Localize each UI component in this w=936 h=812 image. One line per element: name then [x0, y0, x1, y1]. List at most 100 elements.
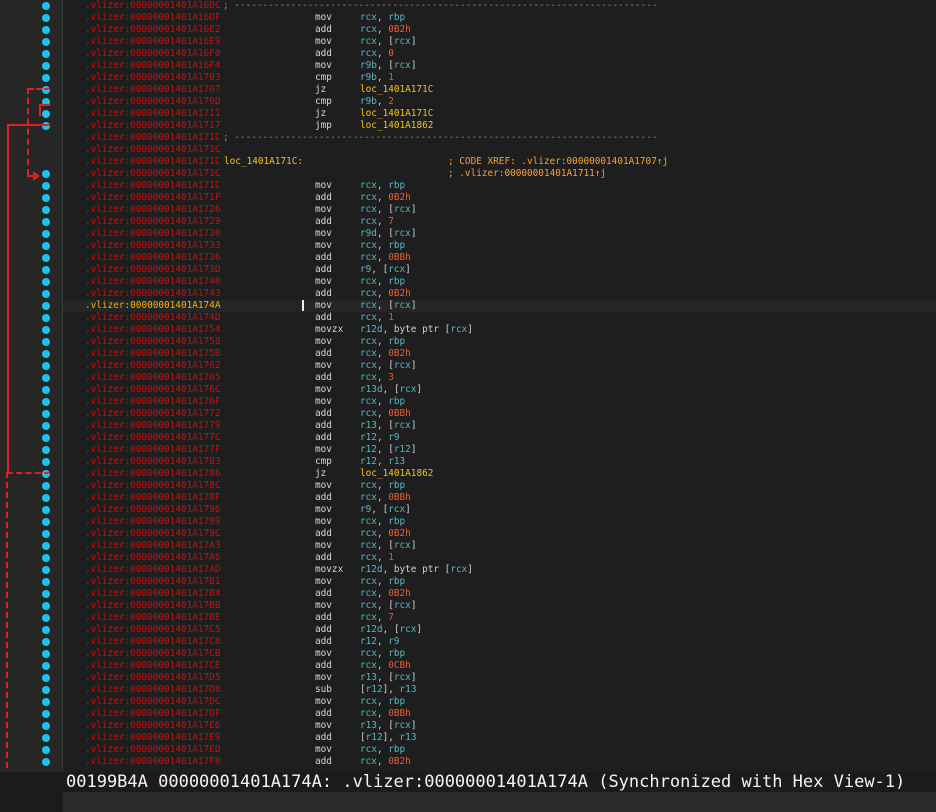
listing-row[interactable]: .vlizer:00000001401A171C mov rcx, rbp	[63, 180, 936, 192]
register-operand: r9b	[360, 96, 377, 107]
row-address: .vlizer:00000001401A171F	[85, 192, 221, 203]
listing-row[interactable]: .vlizer:00000001401A16DF mov rcx, rbp	[63, 12, 936, 24]
listing-row[interactable]: .vlizer:00000001401A171C ; .vlizer:000000…	[63, 168, 936, 180]
register-operand: rcx	[393, 540, 411, 551]
jump-target[interactable]: loc_1401A171C	[360, 84, 433, 95]
listing-row[interactable]: .vlizer:00000001401A177F mov r12, [r12]	[63, 444, 936, 456]
instruction-mnemonic: movzx	[315, 564, 344, 575]
listing-row[interactable]: .vlizer:00000001401A1743 add rcx, 0B2h	[63, 288, 936, 300]
row-address: .vlizer:00000001401A17F0	[85, 756, 221, 767]
register-operand: rbp	[388, 648, 406, 659]
bottom-strip	[0, 792, 62, 812]
listing-row[interactable]: .vlizer:00000001401A17B4 add rcx, 0B2h	[63, 588, 936, 600]
listing-row[interactable]: .vlizer:00000001401A1765 add rcx, 3	[63, 372, 936, 384]
instruction-mnemonic: mov	[315, 744, 332, 755]
instruction-operands: loc_1401A1862	[360, 468, 433, 480]
listing-row[interactable]: .vlizer:00000001401A17AD movzx r12d, byte …	[63, 564, 936, 576]
listing-row[interactable]: .vlizer:00000001401A17B1 mov rcx, rbp	[63, 576, 936, 588]
listing-row[interactable]: .vlizer:00000001401A16E2 add rcx, 0B2h	[63, 24, 936, 36]
listing-row[interactable]: .vlizer:00000001401A1799 mov rcx, rbp	[63, 516, 936, 528]
listing-row[interactable]: .vlizer:00000001401A17A3 mov rcx, [rcx]	[63, 540, 936, 552]
listing-row[interactable]: .vlizer:00000001401A1736 add rcx, 0BBh	[63, 252, 936, 264]
listing-row[interactable]: .vlizer:00000001401A173D add r9, [rcx]	[63, 264, 936, 276]
listing-row[interactable]: .vlizer:00000001401A16F0 add rcx, 0	[63, 48, 936, 60]
listing-row[interactable]: .vlizer:00000001401A1772 add rcx, 0BBh	[63, 408, 936, 420]
listing-row[interactable]: .vlizer:00000001401A16DC; --------------…	[63, 0, 936, 12]
listing-row[interactable]: .vlizer:00000001401A1786 jz loc_1401A1862	[63, 468, 936, 480]
listing-row[interactable]: .vlizer:00000001401A171C loc_1401A171C: ; …	[63, 156, 936, 168]
listing-row[interactable]: .vlizer:00000001401A1730 mov r9d, [rcx]	[63, 228, 936, 240]
operand-punct: ]	[410, 540, 417, 551]
listing-row[interactable]: .vlizer:00000001401A1707 jz loc_1401A171C	[63, 84, 936, 96]
listing-row[interactable]: .vlizer:00000001401A177C add r12, r9	[63, 432, 936, 444]
instruction-operands: rcx, rbp	[360, 696, 405, 708]
listing-row[interactable]: .vlizer:00000001401A17BB mov rcx, [rcx]	[63, 600, 936, 612]
listing-row[interactable]: .vlizer:00000001401A17ED mov rcx, rbp	[63, 744, 936, 756]
immediate-operand: 0BBh	[388, 408, 411, 419]
listing-row[interactable]: .vlizer:00000001401A171C; --------------…	[63, 132, 936, 144]
instruction-mnemonic: mov	[315, 396, 332, 407]
listing-row[interactable]: .vlizer:00000001401A1726 mov rcx, [rcx]	[63, 204, 936, 216]
listing-row[interactable]: .vlizer:00000001401A1711 jz loc_1401A171C	[63, 108, 936, 120]
jump-target[interactable]: loc_1401A171C	[360, 108, 433, 119]
register-operand: r9	[388, 432, 400, 443]
listing-row[interactable]: .vlizer:00000001401A179C add rcx, 0B2h	[63, 528, 936, 540]
listing-row[interactable]: .vlizer:00000001401A174D add rcx, 1	[63, 312, 936, 324]
listing-row[interactable]: .vlizer:00000001401A178F add rcx, 0BBh	[63, 492, 936, 504]
listing-row[interactable]: .vlizer:00000001401A176C mov r13d, [rcx]	[63, 384, 936, 396]
listing-row[interactable]: .vlizer:00000001401A16F4 mov r9b, [rcx]	[63, 60, 936, 72]
listing-row[interactable]: .vlizer:00000001401A1729 add rcx, 7	[63, 216, 936, 228]
row-address: .vlizer:00000001401A1772	[85, 408, 221, 419]
jump-target[interactable]: loc_1401A1862	[360, 120, 433, 131]
listing-row[interactable]: .vlizer:00000001401A1733 mov rcx, rbp	[63, 240, 936, 252]
jump-target[interactable]: loc_1401A1862	[360, 468, 433, 479]
listing-row[interactable]: .vlizer:00000001401A1754 movzx r12d, byte …	[63, 324, 936, 336]
listing-row[interactable]: .vlizer:00000001401A17CE add rcx, 0CBh	[63, 660, 936, 672]
register-operand: rbp	[388, 480, 406, 491]
listing-row[interactable]: .vlizer:00000001401A17F0 add rcx, 0B2h	[63, 756, 936, 768]
listing-row[interactable]: .vlizer:00000001401A1779 add r13, [rcx]	[63, 420, 936, 432]
listing-row[interactable]: .vlizer:00000001401A17CB mov rcx, rbp	[63, 648, 936, 660]
listing-row[interactable]: .vlizer:00000001401A1703 cmp r9b, 1	[63, 72, 936, 84]
listing-row[interactable]: .vlizer:00000001401A17D8 sub [r12], r13	[63, 684, 936, 696]
row-address: .vlizer:00000001401A17CE	[85, 660, 221, 671]
listing-row[interactable]: .vlizer:00000001401A17A6 add rcx, 1	[63, 552, 936, 564]
register-operand: rcx	[393, 204, 411, 215]
instruction-dot-icon	[42, 686, 50, 694]
listing-row[interactable]: .vlizer:00000001401A170D cmp r9b, 2	[63, 96, 936, 108]
listing-row[interactable]: .vlizer:00000001401A17DC mov rcx, rbp	[63, 696, 936, 708]
listing-row[interactable]: .vlizer:00000001401A1783 cmp r12, r13	[63, 456, 936, 468]
instruction-operands: r9b, 1	[360, 72, 394, 84]
listing-row[interactable]: .vlizer:00000001401A171F add rcx, 0B2h	[63, 192, 936, 204]
listing-row[interactable]: .vlizer:00000001401A17D5 mov r13, [rcx]	[63, 672, 936, 684]
listing-row[interactable]: .vlizer:00000001401A178C mov rcx, rbp	[63, 480, 936, 492]
listing-row[interactable]: .vlizer:00000001401A1796 mov r9, [rcx]	[63, 504, 936, 516]
immediate-operand: 2	[388, 96, 394, 107]
register-operand: rcx	[393, 228, 411, 239]
listing-row[interactable]: .vlizer:00000001401A17DF add rcx, 0BBh	[63, 708, 936, 720]
listing-row[interactable]: .vlizer:00000001401A1758 mov rcx, rbp	[63, 336, 936, 348]
row-address: .vlizer:00000001401A1707	[85, 84, 221, 95]
disassembly-listing[interactable]: .vlizer:00000001401A16DC; --------------…	[63, 0, 936, 772]
listing-row[interactable]: .vlizer:00000001401A1717 jmp loc_1401A1862	[63, 120, 936, 132]
listing-row[interactable]: .vlizer:00000001401A17BE add rcx, 7	[63, 612, 936, 624]
register-operand: rcx	[360, 312, 377, 323]
instruction-dot-icon	[42, 170, 50, 178]
listing-row[interactable]: .vlizer:00000001401A17E9 add [r12], r13	[63, 732, 936, 744]
code-label[interactable]: loc_1401A171C:	[224, 156, 303, 168]
listing-row[interactable]: .vlizer:00000001401A1740 mov rcx, rbp	[63, 276, 936, 288]
listing-row[interactable]: .vlizer:00000001401A175B add rcx, 0B2h	[63, 348, 936, 360]
listing-row[interactable]: .vlizer:00000001401A17C5 add r12d, [rcx]	[63, 624, 936, 636]
listing-row[interactable]: .vlizer:00000001401A171C	[63, 144, 936, 156]
row-address: .vlizer:00000001401A1736	[85, 252, 221, 263]
instruction-dot-icon	[42, 458, 50, 466]
horizontal-scrollbar[interactable]	[63, 792, 936, 812]
listing-row-selected[interactable]: .vlizer:00000001401A174A mov rcx, [rcx]	[63, 300, 936, 312]
listing-row[interactable]: .vlizer:00000001401A17E6 mov r13, [rcx]	[63, 720, 936, 732]
listing-row[interactable]: .vlizer:00000001401A17C8 add r12, r9	[63, 636, 936, 648]
listing-row[interactable]: .vlizer:00000001401A176F mov rcx, rbp	[63, 396, 936, 408]
register-operand: rcx	[450, 324, 468, 335]
listing-row[interactable]: .vlizer:00000001401A1762 mov rcx, [rcx]	[63, 360, 936, 372]
listing-row[interactable]: .vlizer:00000001401A16E9 mov rcx, [rcx]	[63, 36, 936, 48]
row-address: .vlizer:00000001401A17D5	[85, 672, 221, 683]
